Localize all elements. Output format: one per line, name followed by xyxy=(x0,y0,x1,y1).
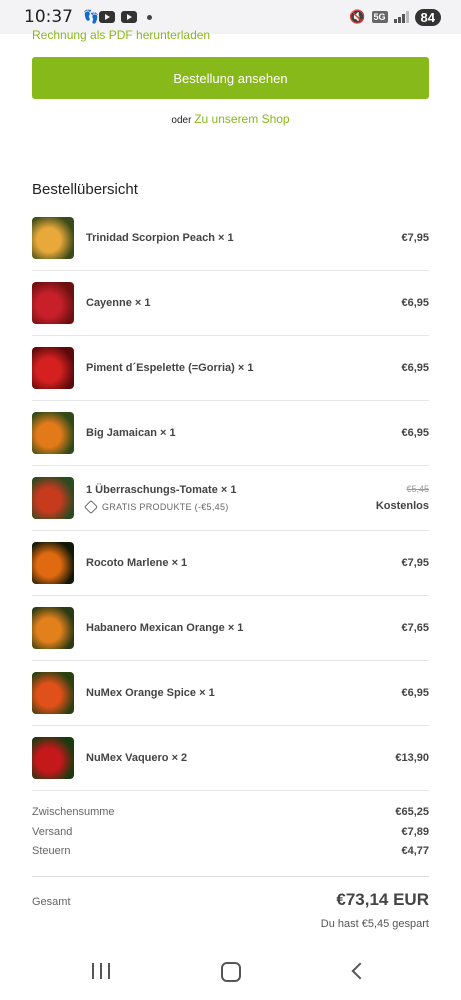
home-icon[interactable] xyxy=(221,962,241,982)
youtube-icon xyxy=(121,11,137,23)
discount-text: GRATIS PRODUKTE (-€5,45) xyxy=(102,502,229,512)
status-system-icons: 🔇 5G 84 xyxy=(349,8,441,26)
item-price: €7,95 xyxy=(401,232,429,244)
activity-icon: 👣 xyxy=(83,9,100,24)
totals-label: Zwischensumme xyxy=(32,806,115,818)
status-notification-icons: 👣 xyxy=(83,9,152,24)
item-name: NuMex Orange Spice × 1 xyxy=(86,687,215,699)
item-details: Rocoto Marlene × 1 xyxy=(86,557,401,569)
totals-value: €4,77 xyxy=(401,845,429,857)
product-thumbnail xyxy=(32,282,74,324)
item-name: Habanero Mexican Orange × 1 xyxy=(86,622,244,634)
product-thumbnail xyxy=(32,737,74,779)
order-summary-title: Bestellübersicht xyxy=(32,181,138,198)
item-price: €13,90 xyxy=(395,752,429,764)
item-details: Piment d´Espelette (=Gorria) × 1 xyxy=(86,362,401,374)
order-item: Trinidad Scorpion Peach × 1 €7,95 xyxy=(32,206,429,271)
totals-label: Versand xyxy=(32,825,73,838)
item-name: Piment d´Espelette (=Gorria) × 1 xyxy=(86,362,254,374)
totals-row: Zwischensumme €65,25 xyxy=(32,806,429,826)
grand-total-value: €73,14 EUR xyxy=(336,890,429,909)
item-price: €7,95 xyxy=(401,557,429,569)
savings-text: Du hast €5,45 gespart xyxy=(320,918,429,930)
item-name: 1 Überraschungs-Tomate × 1 xyxy=(86,484,237,496)
pdf-invoice-link[interactable]: Rechnung als PDF herunterladen xyxy=(32,28,210,42)
item-price-block: €7,65 xyxy=(401,622,429,634)
back-icon[interactable] xyxy=(351,962,369,980)
or-text: oder xyxy=(171,115,192,126)
network-type: 5G xyxy=(371,11,388,23)
discount-line: GRATIS PRODUKTE (-€5,45) xyxy=(83,499,376,515)
item-price: €6,95 xyxy=(401,362,429,374)
status-time: 10:37 xyxy=(24,7,73,27)
grand-total-label: Gesamt xyxy=(32,896,71,908)
item-name: Cayenne × 1 xyxy=(86,297,151,309)
order-item: Big Jamaican × 1 €6,95 xyxy=(32,401,429,466)
item-price: €7,65 xyxy=(401,622,429,634)
item-details: NuMex Vaquero × 2 xyxy=(86,752,395,764)
order-item: 1 Überraschungs-Tomate × 1 GRATIS PRODUKT… xyxy=(32,466,429,531)
view-order-button[interactable]: Bestellung ansehen xyxy=(32,57,429,99)
item-price: €6,95 xyxy=(401,687,429,699)
item-price-block: €6,95 xyxy=(401,427,429,439)
item-details: NuMex Orange Spice × 1 xyxy=(86,687,401,699)
order-item: Habanero Mexican Orange × 1 €7,65 xyxy=(32,596,429,661)
item-price-block: €6,95 xyxy=(401,362,429,374)
shop-link[interactable]: Zu unserem Shop xyxy=(194,112,289,126)
totals-list: Zwischensumme €65,25 Versand €7,89 Steuern €4… xyxy=(32,806,429,865)
item-old-price: €5,45 xyxy=(406,484,429,494)
order-item: Cayenne × 1 €6,95 xyxy=(32,271,429,336)
order-item: NuMex Vaquero × 2 €13,90 xyxy=(32,726,429,791)
product-thumbnail xyxy=(32,412,74,454)
item-price-block: €6,95 xyxy=(401,687,429,699)
item-price-block: €7,95 xyxy=(401,557,429,569)
product-thumbnail xyxy=(32,542,74,584)
mute-icon: 🔇 xyxy=(349,9,366,24)
item-price: Kostenlos xyxy=(375,500,429,512)
item-details: Cayenne × 1 xyxy=(86,297,401,309)
more-notifications-icon xyxy=(147,14,152,20)
order-item: NuMex Orange Spice × 1 €6,95 xyxy=(32,661,429,726)
signal-icon xyxy=(393,11,409,23)
order-item: Piment d´Espelette (=Gorria) × 1 €6,95 xyxy=(32,336,429,401)
item-details: Trinidad Scorpion Peach × 1 xyxy=(86,232,401,244)
item-price-block: €7,95 xyxy=(401,232,429,244)
item-details: Habanero Mexican Orange × 1 xyxy=(86,622,401,634)
navigation-bar xyxy=(0,950,461,1000)
totals-label: Steuern xyxy=(32,845,71,857)
product-thumbnail xyxy=(32,347,74,389)
item-details: Big Jamaican × 1 xyxy=(86,427,401,439)
item-price-block: €5,45 Kostenlos xyxy=(376,484,429,512)
totals-row: Versand €7,89 xyxy=(32,826,429,846)
battery-indicator: 84 xyxy=(414,8,441,26)
product-thumbnail xyxy=(32,607,74,649)
totals-value: €65,25 xyxy=(395,806,429,818)
item-price-block: €6,95 xyxy=(401,297,429,309)
product-thumbnail xyxy=(32,477,74,519)
order-items-list: Trinidad Scorpion Peach × 1 €7,95 Cayenne … xyxy=(32,206,429,791)
totals-row: Steuern €4,77 xyxy=(32,845,429,865)
item-name: Rocoto Marlene × 1 xyxy=(86,557,188,569)
order-item: Rocoto Marlene × 1 €7,95 xyxy=(32,531,429,596)
shop-link-line: oder Zu unserem Shop xyxy=(0,112,461,126)
tag-icon xyxy=(83,499,99,515)
youtube-icon xyxy=(99,11,115,23)
divider xyxy=(32,876,429,877)
item-name: NuMex Vaquero × 2 xyxy=(86,752,188,764)
item-price: €6,95 xyxy=(401,297,429,309)
item-name: Trinidad Scorpion Peach × 1 xyxy=(86,232,234,244)
product-thumbnail xyxy=(32,217,74,259)
product-thumbnail xyxy=(32,672,74,714)
item-name: Big Jamaican × 1 xyxy=(86,427,176,439)
totals-value: €7,89 xyxy=(401,825,429,838)
recent-apps-icon[interactable] xyxy=(92,963,110,979)
item-price-block: €13,90 xyxy=(395,752,429,764)
item-details: 1 Überraschungs-Tomate × 1 GRATIS PRODUKT… xyxy=(83,484,376,515)
item-price: €6,95 xyxy=(401,427,429,439)
